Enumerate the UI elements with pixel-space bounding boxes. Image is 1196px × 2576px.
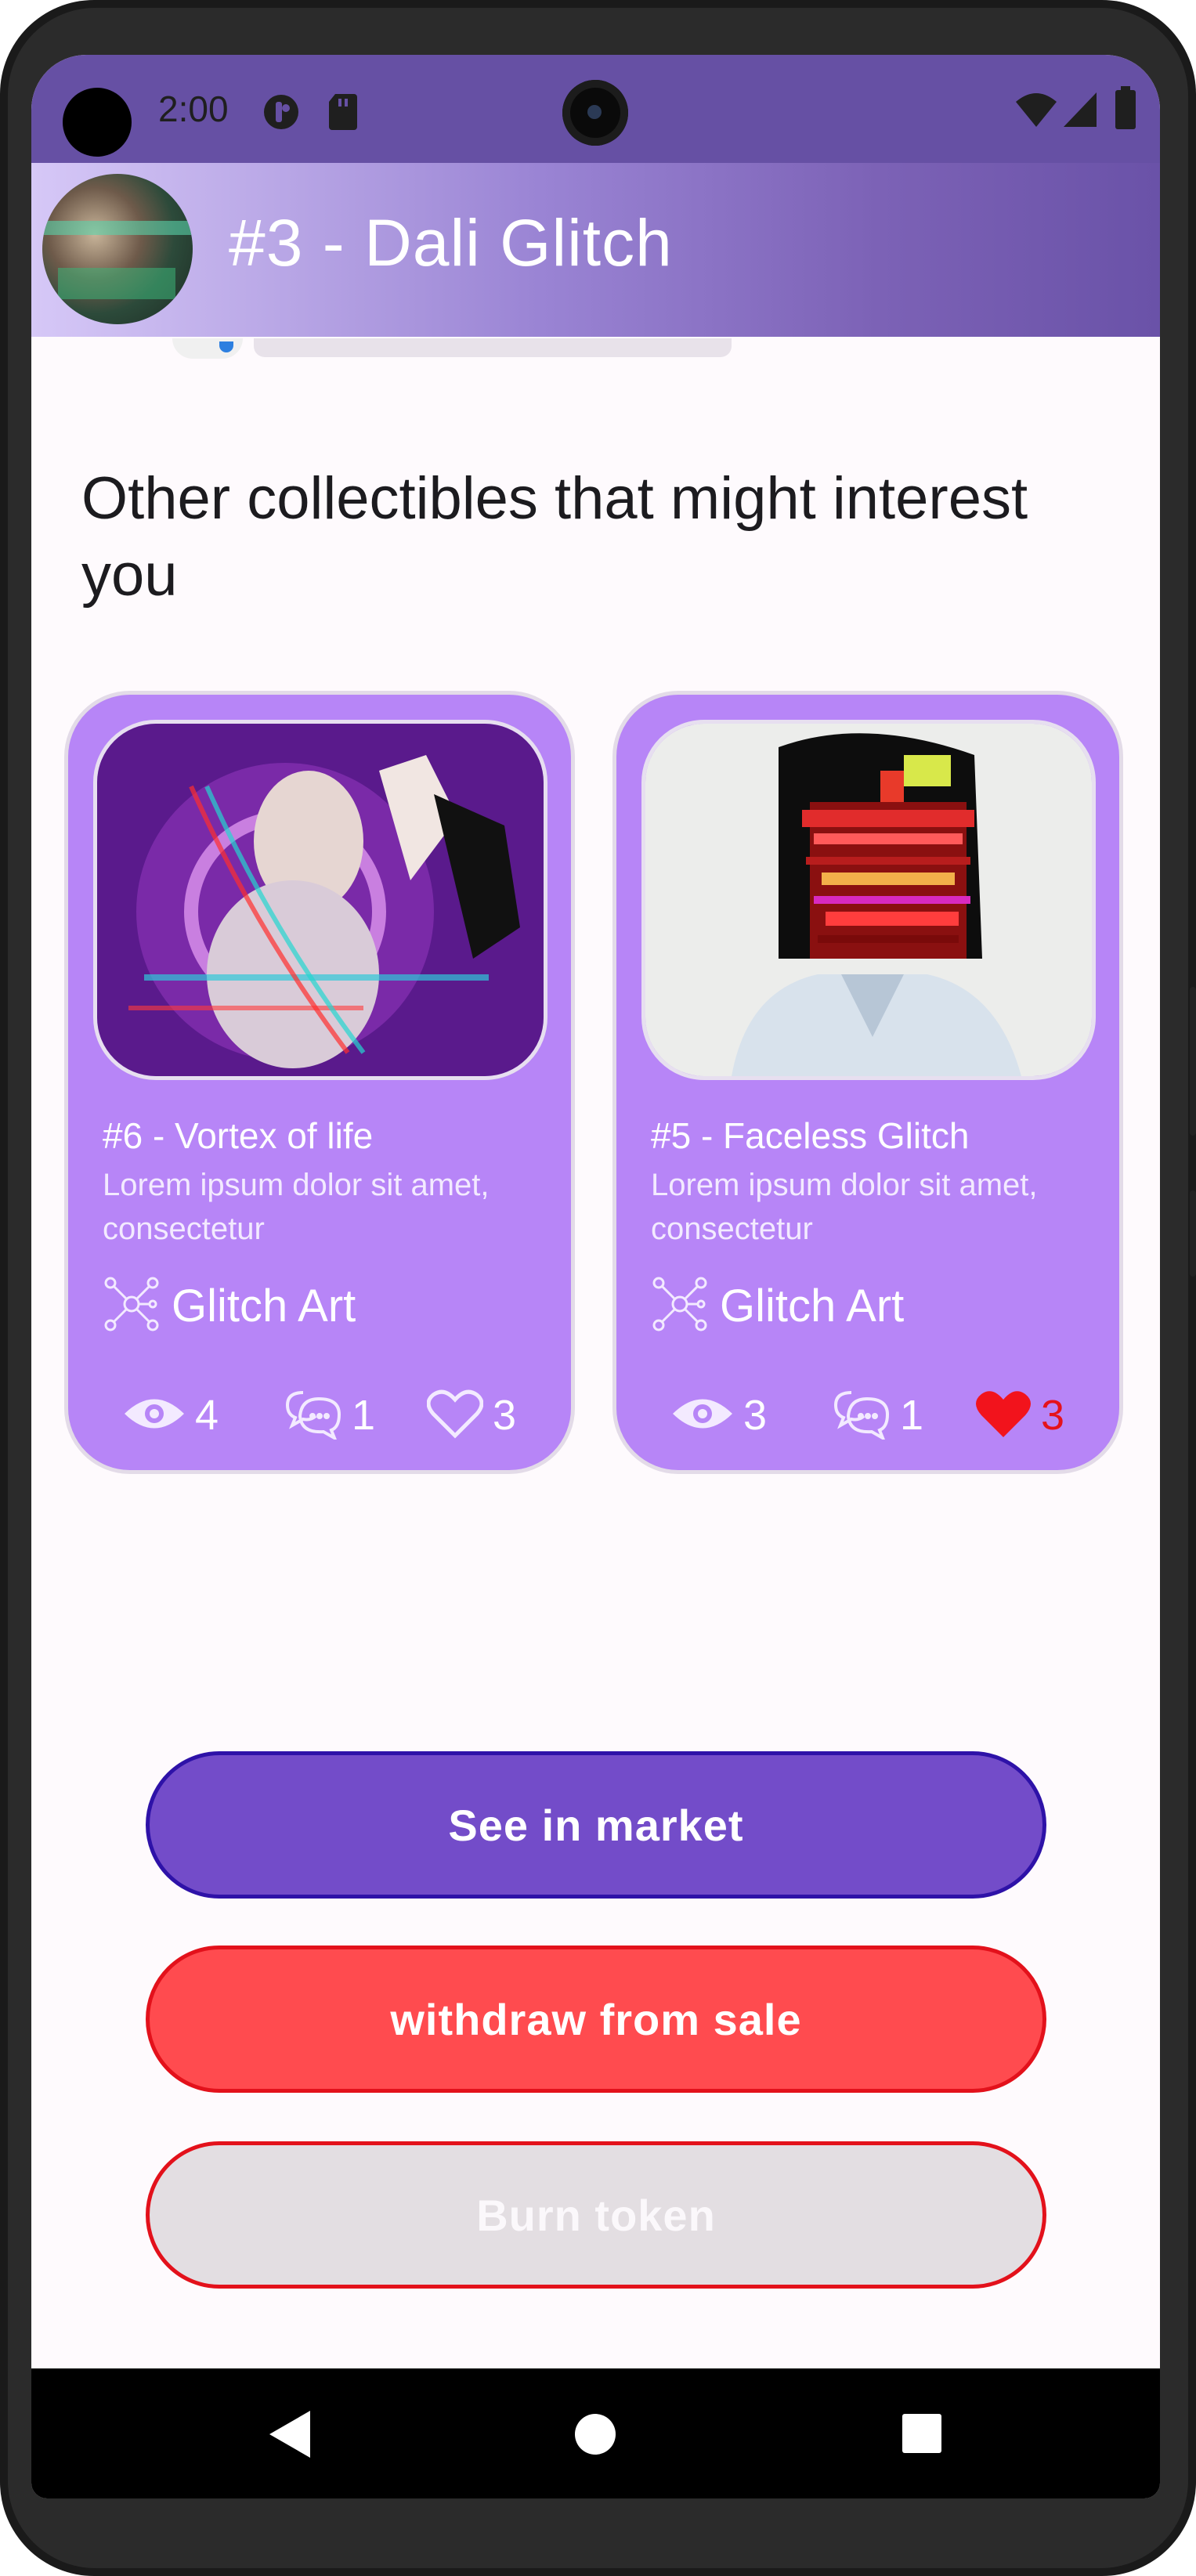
burn-token-button[interactable]: Burn token: [146, 2141, 1046, 2289]
section-title: Other collectibles that might interest y…: [81, 465, 1028, 609]
system-navigation-bar: [31, 2368, 1160, 2498]
collectible-title: #5 - Faceless Glitch: [651, 1115, 970, 1156]
likes-count: 3: [1041, 1392, 1065, 1439]
scrolled-pill-edge: [254, 338, 732, 357]
collectible-stats: 4 1 3: [68, 1384, 579, 1447]
media-icon: [262, 92, 301, 135]
network-icon: [651, 1275, 709, 1337]
eye-icon: [123, 1394, 186, 1437]
front-camera: [562, 80, 628, 146]
eye-icon: [671, 1394, 734, 1437]
battery-icon: [1114, 86, 1137, 134]
comments-count: 1: [900, 1392, 924, 1439]
comments-icon: [284, 1388, 342, 1443]
see-in-market-button[interactable]: See in market: [146, 1751, 1046, 1899]
collectible-card[interactable]: #6 - Vortex of life Lorem ipsum dolor si…: [64, 691, 575, 1474]
comments-stat[interactable]: 1: [833, 1384, 923, 1447]
wifi-icon: [1015, 91, 1057, 132]
page-title: #3 - Dali Glitch: [229, 206, 673, 280]
comments-count: 1: [352, 1392, 376, 1439]
front-camera-left: [63, 88, 132, 157]
network-icon: [103, 1275, 161, 1337]
collectible-description: Lorem ipsum dolor sit amet, consectetur: [651, 1168, 1038, 1246]
volume-button: [1190, 987, 1196, 1136]
likes-count: 3: [493, 1392, 517, 1439]
collectible-stats: 3 1 3: [616, 1384, 1127, 1447]
category-label: Glitch Art: [720, 1280, 905, 1331]
recents-icon[interactable]: [901, 2412, 943, 2459]
back-icon[interactable]: [266, 2409, 313, 2463]
collectible-card[interactable]: #5 - Faceless Glitch Lorem ipsum dolor s…: [612, 691, 1123, 1474]
collectible-avatar[interactable]: [42, 174, 193, 324]
comments-stat[interactable]: 1: [284, 1384, 375, 1447]
views-stat: 3: [671, 1384, 767, 1447]
sd-card-icon: [327, 92, 359, 134]
heart-outline-icon[interactable]: [426, 1389, 484, 1443]
home-icon[interactable]: [573, 2412, 617, 2460]
collectible-category[interactable]: Glitch Art: [651, 1274, 904, 1337]
collectible-image[interactable]: [641, 720, 1096, 1080]
collectible-category[interactable]: Glitch Art: [103, 1274, 356, 1337]
status-time: 2:00: [158, 89, 229, 129]
views-count: 4: [195, 1392, 219, 1439]
category-label: Glitch Art: [172, 1280, 356, 1331]
signal-icon: [1062, 91, 1098, 132]
comments-icon: [833, 1388, 891, 1443]
collectible-description: Lorem ipsum dolor sit amet, consectetur: [103, 1168, 490, 1246]
phone-frame: 2:00 #3 - Dali Glitch Other collectibles…: [0, 0, 1196, 2576]
likes-stat[interactable]: 3: [426, 1384, 517, 1447]
power-button: [1190, 1190, 1196, 1277]
status-bar: 2:00: [31, 55, 1160, 163]
collectible-image[interactable]: [93, 720, 547, 1080]
likes-stat[interactable]: 3: [975, 1384, 1064, 1447]
views-stat: 4: [123, 1384, 219, 1447]
views-count: 3: [743, 1392, 768, 1439]
collectible-title: #6 - Vortex of life: [103, 1115, 374, 1156]
withdraw-from-sale-button[interactable]: withdraw from sale: [146, 1946, 1046, 2093]
top-app-bar: #3 - Dali Glitch: [31, 163, 1160, 337]
heart-filled-icon[interactable]: [975, 1389, 1032, 1443]
app-screen: 2:00 #3 - Dali Glitch Other collectibles…: [31, 55, 1160, 2498]
